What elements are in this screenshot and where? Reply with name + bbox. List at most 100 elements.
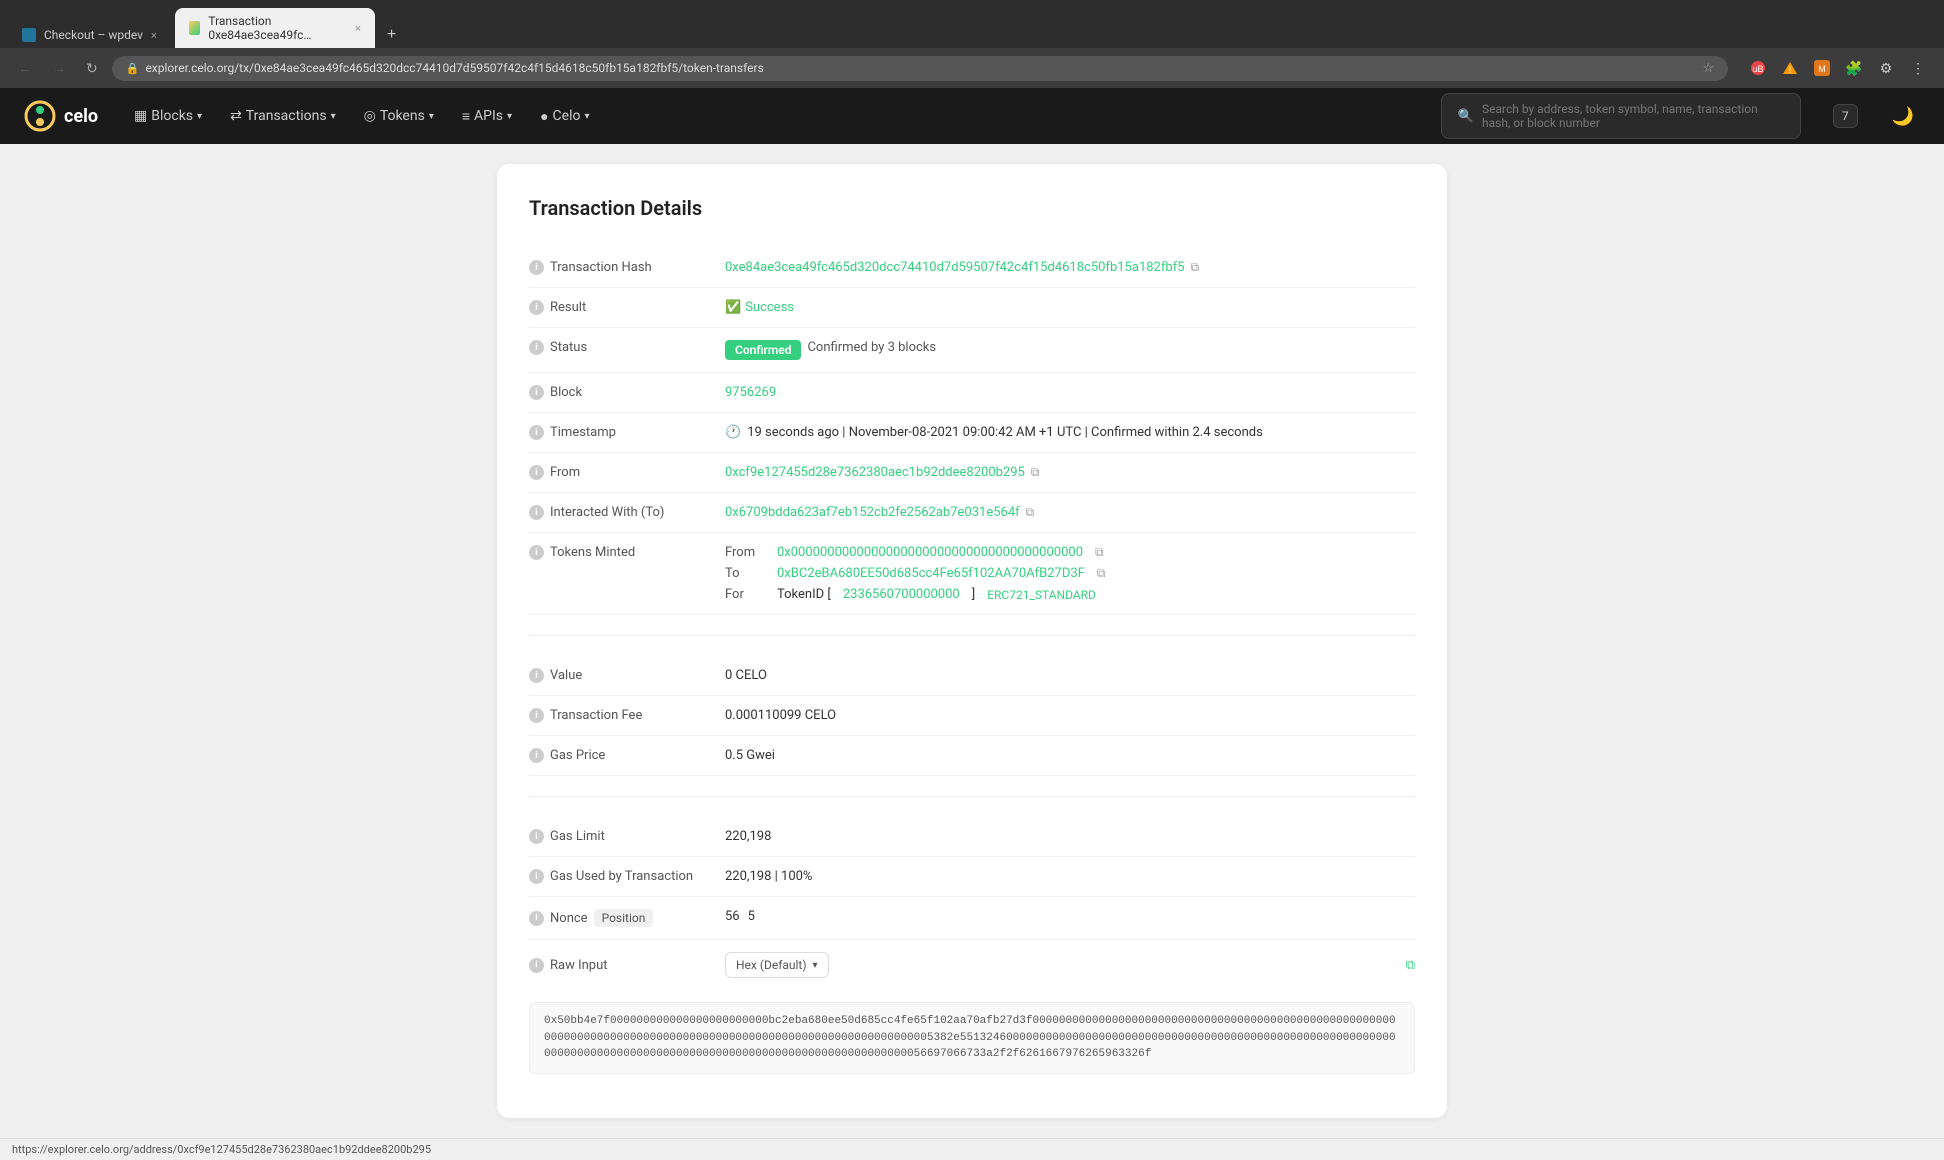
- tab-favicon-celo: [189, 21, 200, 35]
- token-to-address[interactable]: 0xBC2eBA680EE50d685cc4Fe65f102AA70AfB27D…: [777, 566, 1085, 581]
- svg-text:uB: uB: [1752, 64, 1763, 74]
- label-tokens-minted: i Tokens Minted: [529, 545, 709, 560]
- info-icon-gas-price[interactable]: i: [529, 748, 544, 763]
- copy-hash-icon[interactable]: ⧉: [1191, 260, 1200, 275]
- label-from: i From: [529, 465, 709, 480]
- label-block: i Block: [529, 385, 709, 400]
- tab-close-celo[interactable]: ×: [355, 22, 361, 35]
- raw-input-data: 0x50bb4e7f000000000000000000000000bc2eba…: [529, 1002, 1415, 1074]
- info-icon-nonce[interactable]: i: [529, 911, 544, 926]
- nav-forward-button[interactable]: →: [46, 56, 72, 80]
- copy-to-icon[interactable]: ⧉: [1026, 505, 1035, 520]
- celo-chevron: ▾: [584, 111, 589, 122]
- info-icon-gas-used[interactable]: i: [529, 869, 544, 884]
- row-tokens-minted: i Tokens Minted From 0x00000000000000000…: [529, 533, 1415, 615]
- nav-reload-button[interactable]: ↻: [80, 56, 104, 81]
- settings-button[interactable]: ⚙: [1872, 54, 1900, 82]
- tab-label-celo: Transaction 0xe84ae3cea49fc…: [208, 14, 347, 42]
- raw-input-controls: Hex (Default) ▾: [725, 952, 829, 978]
- value-block: 9756269: [725, 385, 1415, 400]
- info-icon-from[interactable]: i: [529, 465, 544, 480]
- copy-token-to[interactable]: ⧉: [1097, 566, 1106, 581]
- info-icon-result[interactable]: i: [529, 300, 544, 315]
- label-timestamp: i Timestamp: [529, 425, 709, 440]
- nav-tokens[interactable]: ◎ Tokens ▾: [352, 100, 446, 132]
- info-icon-hash[interactable]: i: [529, 260, 544, 275]
- menu-button[interactable]: ⋮: [1904, 54, 1932, 82]
- tab-celo[interactable]: Transaction 0xe84ae3cea49fc… ×: [175, 8, 375, 48]
- copy-token-from[interactable]: ⧉: [1095, 545, 1104, 560]
- page-wrapper: Transaction Details i Transaction Hash 0…: [0, 144, 1944, 1138]
- dark-mode-toggle[interactable]: 🌙: [1886, 100, 1920, 133]
- value-tokens-minted: From 0x000000000000000000000000000000000…: [725, 545, 1415, 602]
- value-value: 0 CELO: [725, 668, 1415, 683]
- erc-badge: ERC721_STANDARD: [987, 588, 1096, 602]
- separator-1: [529, 635, 1415, 636]
- browser-actions: uB ! M 🧩 ⚙ ⋮: [1744, 54, 1932, 82]
- value-transaction-fee: 0.000110099 CELO: [725, 708, 1415, 723]
- puzzle-extension[interactable]: 🧩: [1840, 54, 1868, 82]
- label-interacted-with: i Interacted With (To): [529, 505, 709, 520]
- warning-extension[interactable]: !: [1776, 54, 1804, 82]
- row-gas-price: i Gas Price 0.5 Gwei: [529, 736, 1415, 776]
- row-transaction-fee: i Transaction Fee 0.000110099 CELO: [529, 696, 1415, 736]
- format-dropdown[interactable]: Hex (Default) ▾: [725, 952, 829, 978]
- label-gas-price: i Gas Price: [529, 748, 709, 763]
- block-link[interactable]: 9756269: [725, 385, 776, 400]
- new-tab-button[interactable]: +: [379, 22, 404, 48]
- token-row-to: To 0xBC2eBA680EE50d685cc4Fe65f102AA70AfB…: [725, 566, 1105, 581]
- bookmark-icon[interactable]: ☆: [1702, 61, 1714, 76]
- lock-icon: 🔒: [126, 62, 140, 75]
- to-address-link[interactable]: 0x6709bdda623af7eb152cb2fe2562ab7e031e56…: [725, 505, 1020, 520]
- token-from-address[interactable]: 0x00000000000000000000000000000000000000…: [777, 545, 1083, 560]
- token-for-label: For: [725, 587, 765, 602]
- nav-apis[interactable]: ≡ APIs ▾: [450, 100, 524, 133]
- value-result: ✅ Success: [725, 300, 1415, 315]
- metamask-extension[interactable]: M: [1808, 54, 1836, 82]
- confirmed-badge: Confirmed: [725, 340, 801, 360]
- position-value: 5: [748, 909, 755, 924]
- token-row-for: For TokenID [ 2336560700000000 ] ERC721_…: [725, 587, 1105, 602]
- info-icon-tokens[interactable]: i: [529, 545, 544, 560]
- value-gas-used: 220,198 | 100%: [725, 869, 1415, 884]
- token-from-label: From: [725, 545, 765, 560]
- address-bar[interactable]: 🔒 explorer.celo.org/tx/0xe84ae3cea49fc46…: [112, 56, 1728, 81]
- token-to-label: To: [725, 566, 765, 581]
- info-icon-raw-input[interactable]: i: [529, 958, 544, 973]
- label-nonce: i Nonce Position: [529, 909, 709, 927]
- info-icon-gas-limit[interactable]: i: [529, 829, 544, 844]
- info-icon-fee[interactable]: i: [529, 708, 544, 723]
- hash-link[interactable]: 0xe84ae3cea49fc465d320dcc74410d7d59507f4…: [725, 260, 1185, 275]
- copy-raw-icon[interactable]: ⧉: [1406, 958, 1415, 973]
- tab-close-wp[interactable]: ×: [151, 29, 157, 42]
- browser-chrome: Checkout – wpdev × Transaction 0xe84ae3c…: [0, 0, 1944, 88]
- nav-transactions[interactable]: ⇄ Transactions ▾: [218, 100, 348, 132]
- search-bar[interactable]: 🔍 Search by address, token symbol, name,…: [1441, 93, 1801, 139]
- info-icon-timestamp[interactable]: i: [529, 425, 544, 440]
- label-status: i Status: [529, 340, 709, 355]
- nav-celo[interactable]: ● Celo ▾: [528, 100, 601, 133]
- address-bar-row: ← → ↻ 🔒 explorer.celo.org/tx/0xe84ae3cea…: [0, 48, 1944, 88]
- info-icon-status[interactable]: i: [529, 340, 544, 355]
- info-icon-block[interactable]: i: [529, 385, 544, 400]
- tab-favicon-wp: [22, 28, 36, 42]
- info-icon-interacted[interactable]: i: [529, 505, 544, 520]
- from-address-link[interactable]: 0xcf9e127455d28e7362380aec1b92ddee8200b2…: [725, 465, 1025, 480]
- position-badge: Position: [594, 909, 654, 927]
- label-transaction-fee: i Transaction Fee: [529, 708, 709, 723]
- token-id-link[interactable]: 2336560700000000: [843, 587, 960, 602]
- ublock-extension[interactable]: uB: [1744, 54, 1772, 82]
- app-navbar: celo ▦ Blocks ▾ ⇄ Transactions ▾ ◎ Token…: [0, 88, 1944, 144]
- nav-back-button[interactable]: ←: [12, 56, 38, 80]
- info-icon-value[interactable]: i: [529, 668, 544, 683]
- row-from: i From 0xcf9e127455d28e7362380aec1b92dde…: [529, 453, 1415, 493]
- row-value: i Value 0 CELO: [529, 656, 1415, 696]
- separator-2: [529, 796, 1415, 797]
- row-transaction-hash: i Transaction Hash 0xe84ae3cea49fc465d32…: [529, 248, 1415, 288]
- search-icon: 🔍: [1458, 109, 1474, 124]
- copy-from-icon[interactable]: ⧉: [1031, 465, 1040, 480]
- nonce-value: 56: [725, 909, 740, 924]
- value-timestamp: 🕐 19 seconds ago | November-08-2021 09:0…: [725, 425, 1415, 440]
- nav-blocks[interactable]: ▦ Blocks ▾: [122, 100, 214, 132]
- tab-wordpress[interactable]: Checkout – wpdev ×: [8, 22, 171, 48]
